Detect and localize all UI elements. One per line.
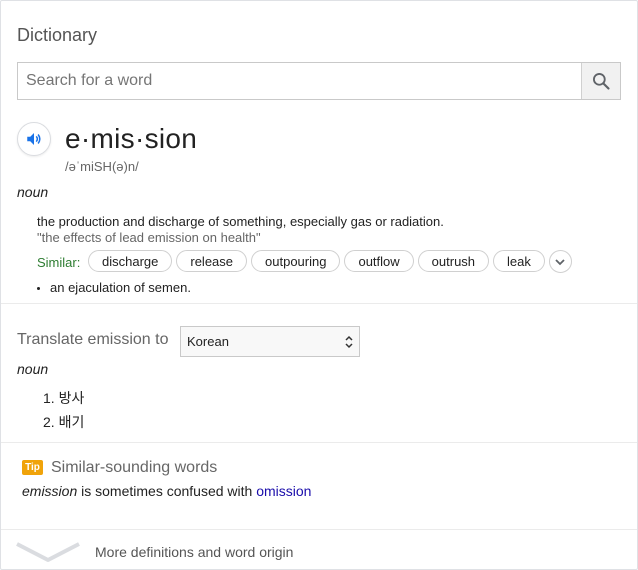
tip-word: emission xyxy=(22,483,78,499)
more-definitions-button[interactable] xyxy=(15,540,81,569)
sub-definition-text: an ejaculation of semen. xyxy=(50,280,191,295)
search-button[interactable] xyxy=(581,63,620,99)
speaker-icon xyxy=(27,133,41,145)
translation-item: 1. 방사 xyxy=(43,390,85,406)
select-arrows-icon xyxy=(345,335,353,349)
translate-label: Translate emission to xyxy=(17,331,169,348)
part-of-speech: noun xyxy=(17,184,49,200)
example-text: "the effects of lead emission on health" xyxy=(37,230,261,245)
tip-title: Similar-sounding words xyxy=(51,459,218,476)
similar-chips: discharge release outpouring outflow out… xyxy=(88,250,572,273)
tip-middle-text: is sometimes confused with xyxy=(77,483,257,499)
sub-definition: an ejaculation of semen. xyxy=(37,280,191,295)
similar-label: Similar: xyxy=(37,255,81,270)
more-definitions-label[interactable]: More definitions and word origin xyxy=(95,544,293,560)
bullet-dot xyxy=(37,287,40,291)
search-icon xyxy=(593,73,610,90)
expand-similar-button[interactable] xyxy=(548,250,572,273)
confused-word-link[interactable]: omission xyxy=(256,483,311,499)
chevron-down-icon xyxy=(555,258,566,265)
tip-text: emission is sometimes confused with omis… xyxy=(22,483,311,499)
translate-part-of-speech: noun xyxy=(17,361,49,377)
similar-chip[interactable]: leak xyxy=(493,250,545,272)
similar-chip[interactable]: release xyxy=(176,250,248,272)
language-select[interactable]: Korean xyxy=(180,326,360,357)
divider xyxy=(1,529,637,530)
translation-item: 2. 배기 xyxy=(43,414,85,430)
similar-chip[interactable]: outflow xyxy=(344,250,414,272)
divider xyxy=(1,442,637,443)
similar-chip[interactable]: discharge xyxy=(88,250,173,272)
search-input[interactable] xyxy=(18,63,582,99)
headword: e·mis·sion xyxy=(65,123,198,154)
search-box xyxy=(17,62,621,100)
chevron-down-icon xyxy=(16,542,80,562)
dictionary-title: Dictionary xyxy=(17,25,98,45)
tip-badge: Tip xyxy=(22,460,43,475)
pronunciation-button[interactable] xyxy=(17,122,51,156)
definition-text: the production and discharge of somethin… xyxy=(37,214,444,229)
language-select-value: Korean xyxy=(187,334,229,349)
phonetic-text: /əˈmiSH(ə)n/ xyxy=(65,159,139,174)
similar-chip[interactable]: outpouring xyxy=(251,250,341,272)
similar-chip[interactable]: outrush xyxy=(417,250,490,272)
divider xyxy=(1,303,637,304)
dictionary-card: Dictionary e·mis·sion /əˈmiSH(ə)n/ noun … xyxy=(0,0,638,570)
